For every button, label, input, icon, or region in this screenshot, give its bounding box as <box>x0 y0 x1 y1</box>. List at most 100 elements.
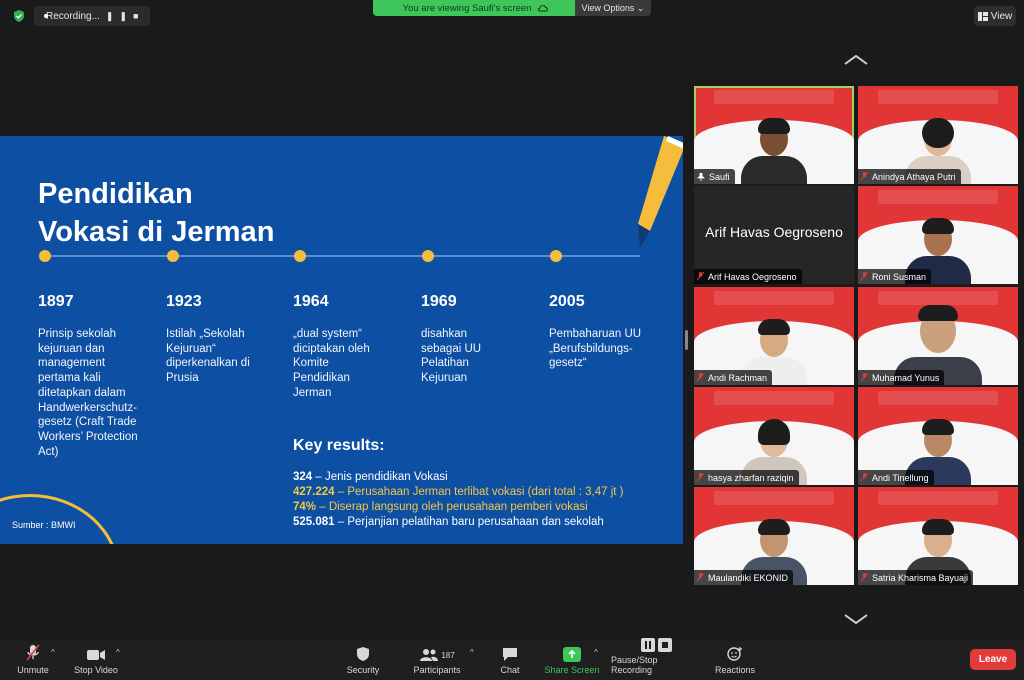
participant-name: hasya zharfan raziqin <box>708 472 794 483</box>
view-label: View <box>990 10 1013 22</box>
muted-mic-icon <box>861 272 868 281</box>
video-tile[interactable]: hasya zharfan raziqin <box>694 387 854 485</box>
participant-display-name: Arif Havas Oegroseno <box>705 224 843 240</box>
share-screen-arrow-icon <box>563 647 581 662</box>
participant-nametag: Andi Tinellung <box>858 470 934 485</box>
key-result-line: 324 – Jenis pendidikan Vokasi <box>293 471 448 483</box>
share-screen-button[interactable]: Share Screen <box>544 641 600 680</box>
viewing-screen-banner: You are viewing Saufi's screen <box>373 0 579 16</box>
participant-name: Arif Havas Oegroseno <box>708 271 797 282</box>
key-result-number: 74% <box>293 501 317 513</box>
timeline-desc: Prinsip sekolah kejuruan dan management … <box>38 328 138 458</box>
participant-name: Maulandiki EKONID <box>708 572 789 583</box>
timeline-year: 1964 <box>293 293 329 310</box>
video-tile[interactable]: Arif Havas Oegroseno Arif Havas Oegrosen… <box>694 186 854 284</box>
chat-button[interactable]: Chat <box>494 641 526 680</box>
tile-banner <box>714 391 834 405</box>
key-results-title: Key results: <box>293 437 385 454</box>
participant-name: Satria Kharisma Bayuaji <box>872 572 969 583</box>
recording-indicator[interactable]: Recording... ❚❚■ <box>34 6 150 26</box>
grid-view-icon <box>977 11 988 21</box>
key-result-number: 324 <box>293 471 313 483</box>
timeline-dot <box>550 250 562 262</box>
timeline-dot <box>167 250 179 262</box>
tile-banner <box>878 90 998 104</box>
participant-name: Roni Susman <box>872 271 927 282</box>
slide-title: Pendidikan Vokasi di Jerman <box>38 175 358 251</box>
participant-name: Muhamad Yunus <box>872 372 940 383</box>
key-result-text: – Diserap langsung oleh perusahaan pembe… <box>316 501 588 513</box>
cloud-icon <box>538 5 549 12</box>
recording-controls-icons <box>640 638 672 655</box>
split-resize-handle[interactable] <box>685 330 688 350</box>
participant-nametag: Saufi <box>694 169 735 184</box>
security-label: Security <box>346 665 380 675</box>
participants-count: 187 <box>441 650 455 660</box>
video-tile[interactable]: Andi Tinellung <box>858 387 1018 485</box>
video-tile[interactable]: Roni Susman <box>858 186 1018 284</box>
key-result-line: 525.081 – Perjanjian pelatihan baru peru… <box>293 516 604 528</box>
gallery-down-chevron-icon[interactable] <box>843 613 869 625</box>
tile-banner <box>878 190 998 204</box>
stop-video-button[interactable]: Stop Video <box>70 641 122 680</box>
pause-stop-recording-button[interactable]: Pause/Stop Recording <box>611 638 701 680</box>
video-tile[interactable]: Saufi <box>694 86 854 184</box>
recording-pause-stop-icons[interactable]: ❚❚■ <box>106 11 145 22</box>
key-result-line: 74% – Diserap langsung oleh perusahaan p… <box>293 501 588 513</box>
video-tile[interactable]: Maulandiki EKONID <box>694 487 854 585</box>
timeline-desc: disahkan sebagai UU Pelatihan Kejuruan <box>421 328 482 385</box>
participant-name: Saufi <box>709 171 730 182</box>
timeline-dot <box>39 250 51 262</box>
slide-source: Sumber : BMWI <box>12 520 76 530</box>
reactions-label: Reactions <box>714 665 756 675</box>
timeline-year: 1897 <box>38 293 74 310</box>
participants-label: Participants <box>413 665 461 675</box>
view-options-button[interactable]: View Options ⌄ <box>575 0 651 16</box>
tile-banner <box>714 90 834 104</box>
video-tile[interactable]: Anindya Athaya Putri <box>858 86 1018 184</box>
audio-options-caret-icon[interactable]: ^ <box>51 648 55 657</box>
key-result-text: – Perusahaan Jerman terlibat vokasi (dar… <box>334 486 624 498</box>
shared-slide: Pendidikan Vokasi di Jerman 1897 1923 19… <box>0 136 683 544</box>
pause-stop-recording-label: Pause/Stop Recording <box>611 655 658 675</box>
timeline-year: 1969 <box>421 293 457 310</box>
video-tile[interactable]: Muhamad Yunus <box>858 287 1018 385</box>
unmute-button[interactable]: Unmute <box>12 641 54 680</box>
key-result-number: 525.081 <box>293 516 335 528</box>
leave-button[interactable]: Leave <box>970 649 1016 670</box>
view-button[interactable]: View <box>974 6 1016 26</box>
muted-mic-icon <box>697 573 704 582</box>
video-options-caret-icon[interactable]: ^ <box>116 648 120 657</box>
key-result-text: – Perjanjian pelatihan baru perusahaan d… <box>334 516 604 528</box>
key-result-text: – Jenis pendidikan Vokasi <box>312 471 448 483</box>
key-result-number: 427.224 <box>293 486 335 498</box>
participants-icon <box>420 649 439 661</box>
participant-video <box>737 118 811 184</box>
participant-name: Andi Tinellung <box>872 472 929 483</box>
security-button[interactable]: Security <box>342 641 384 680</box>
participants-options-caret-icon[interactable]: ^ <box>470 648 474 657</box>
slide-title-line2: Vokasi di Jerman <box>38 216 275 248</box>
video-tile[interactable]: Andi Rachman <box>694 287 854 385</box>
timeline-year: 2005 <box>549 293 585 310</box>
participant-name: Andi Rachman <box>708 372 768 383</box>
viewing-screen-text: You are viewing Saufi's screen <box>402 2 532 14</box>
participant-nametag: Roni Susman <box>858 269 932 284</box>
stop-video-label: Stop Video <box>74 665 118 675</box>
muted-mic-icon <box>697 373 704 382</box>
share-options-caret-icon[interactable]: ^ <box>594 648 598 657</box>
gallery-up-chevron-icon[interactable] <box>843 54 869 66</box>
video-tile[interactable]: Satria Kharisma Bayuaji <box>858 487 1018 585</box>
chat-bubble-icon <box>503 648 517 661</box>
tile-banner <box>878 491 998 505</box>
tile-banner <box>878 391 998 405</box>
participants-button[interactable]: 187 Participants <box>410 641 464 680</box>
participant-nametag: Anindya Athaya Putri <box>858 169 961 184</box>
key-result-line: 427.224 – Perusahaan Jerman terlibat vok… <box>293 486 624 498</box>
muted-mic-icon <box>861 172 868 181</box>
timeline-desc: Istilah „Sekolah Kejuruan“ diperkenalkan… <box>166 328 250 385</box>
muted-mic-icon <box>861 473 868 482</box>
participant-name: Anindya Athaya Putri <box>872 171 956 182</box>
reactions-button[interactable]: Reactions <box>712 641 758 680</box>
pin-icon <box>697 172 705 181</box>
